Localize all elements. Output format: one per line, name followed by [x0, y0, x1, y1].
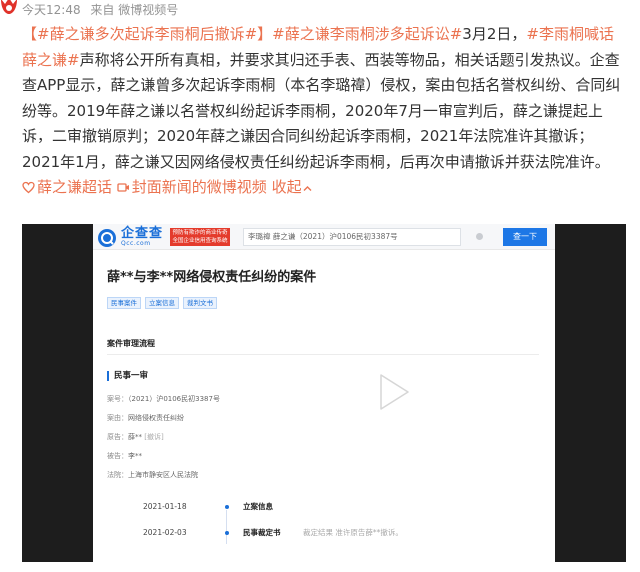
case-title: 薛**与李**网络侵权责任纠纷的案件: [107, 270, 317, 285]
post-source[interactable]: 来自 微博视频号: [90, 3, 178, 17]
case-tag: 裁判文书: [183, 297, 217, 309]
chevron-up-icon: [302, 177, 313, 203]
clear-icon: [476, 233, 483, 240]
qcc-brand-name: 企查查: [121, 226, 164, 241]
stage-label: 民事一审: [114, 371, 149, 381]
video-player[interactable]: 企查查 Qcc.com 预防有欺诈的商业传奇 全国企业信用查询系统 李璐禕 薛之…: [22, 224, 626, 562]
play-icon[interactable]: [377, 372, 411, 412]
case-field: 法院：上海市静安区人民法院: [107, 470, 198, 480]
case-field: 原告：薛** [撤诉]: [107, 432, 164, 442]
case-field: 被告：李**: [107, 451, 142, 461]
collapse-label: 收起: [271, 178, 302, 196]
post-text: 【#薛之谦多次起诉李雨桐后撤诉#】#薛之谦李雨桐涉多起诉讼#3月2日，#李雨桐喊…: [22, 22, 628, 203]
qcc-header-bar: 企查查 Qcc.com 预防有欺诈的商业传奇 全国企业信用查询系统 李璐禕 薛之…: [93, 224, 555, 250]
field-key: 被告：: [107, 452, 128, 460]
topic-link-2[interactable]: #薛之谦李雨桐涉多起诉讼#: [272, 25, 462, 43]
video-icon: [117, 177, 130, 203]
qcc-brand-domain: Qcc.com: [121, 240, 151, 247]
field-tail: [撤诉]: [144, 433, 164, 441]
post-meta: 今天12:48 来自 微博视频号: [22, 3, 184, 17]
timeline-dot: [225, 505, 229, 509]
divider: [107, 354, 539, 355]
post-header: 今天12:48 来自 微博视频号: [0, 0, 640, 22]
field-value: 李**: [128, 452, 142, 460]
timeline-dot: [225, 531, 229, 535]
field-value: 上海市静安区人民法院: [128, 471, 198, 479]
case-field: 案由：网络侵权责任纠纷: [107, 413, 184, 423]
process-heading: 案件审理流程: [107, 339, 155, 348]
video-source-label: 封面新闻的微博视频: [131, 178, 267, 196]
timeline-date: 2021-02-03: [143, 528, 187, 537]
qcc-badge: 预防有欺诈的商业传奇 全国企业信用查询系统: [170, 228, 230, 246]
case-tag: 民事案件: [107, 297, 141, 309]
field-key: 法院：: [107, 471, 128, 479]
field-key: 案由：: [107, 414, 128, 422]
stage-marker: [107, 371, 109, 381]
field-value: 网络侵权责任纠纷: [128, 414, 184, 422]
field-key: 原告：: [107, 433, 128, 441]
video-source-link[interactable]: 封面新闻的微博视频: [117, 178, 267, 196]
field-value: （2021）沪0106民初3387号: [128, 395, 220, 403]
timeline-label: 民事裁定书: [243, 528, 281, 537]
qcc-logo-icon: [97, 228, 117, 248]
super-topic-link[interactable]: 薛之谦超话: [22, 178, 112, 196]
case-tags: 民事案件 立案信息 裁判文书: [107, 290, 221, 309]
timeline-label: 立案信息: [243, 502, 273, 511]
timeline-extra: 裁定结果 准许原告薛**撤诉。: [303, 528, 403, 537]
post-text-1: 3月2日，: [462, 25, 527, 43]
post-text-2: 声称将公开所有真相，并要求其归还手表、西装等物品，相关话题引发热议。企查查APP…: [22, 50, 621, 171]
timeline-date: 2021-01-18: [143, 502, 187, 511]
case-tag: 立案信息: [145, 297, 179, 309]
avatar[interactable]: [0, 0, 18, 16]
qcc-search-button: 查一下: [503, 228, 547, 246]
qcc-search-input: 李璐禕 薛之谦（2021）沪0106民初3387号: [243, 228, 461, 246]
post-time[interactable]: 今天12:48: [22, 3, 81, 17]
topic-link-1[interactable]: 【#薛之谦多次起诉李雨桐后撤诉#】: [22, 25, 272, 43]
video-frame: 企查查 Qcc.com 预防有欺诈的商业传奇 全国企业信用查询系统 李璐禕 薛之…: [93, 224, 555, 562]
field-value: 薛**: [128, 433, 142, 441]
field-key: 案号：: [107, 395, 128, 403]
super-topic-icon: [22, 177, 35, 203]
case-field: 案号：（2021）沪0106民初3387号: [107, 394, 220, 404]
super-topic-label: 薛之谦超话: [37, 178, 113, 196]
collapse-link[interactable]: 收起: [272, 178, 315, 196]
timeline-connector: [226, 510, 227, 544]
